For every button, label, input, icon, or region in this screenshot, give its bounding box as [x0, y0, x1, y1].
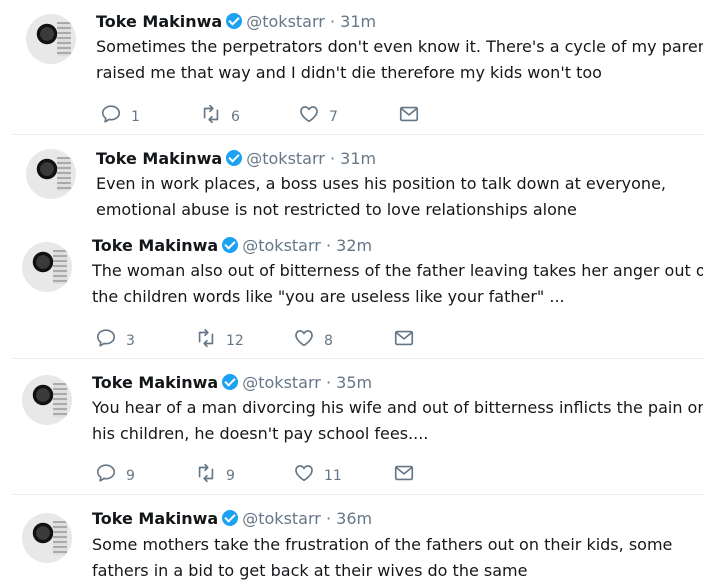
tweet-actions: 1 6 7	[100, 102, 430, 126]
separator: ·	[325, 373, 332, 392]
tweet-actions: 3 12 8	[95, 326, 425, 350]
reply-count: 9	[126, 468, 135, 484]
tweet-text-line: emotional abuse is not restricted to lov…	[96, 200, 577, 219]
author-name[interactable]: Toke Makinwa	[92, 236, 218, 255]
separator: ·	[329, 12, 336, 31]
retweet-count: 12	[226, 333, 244, 349]
timestamp[interactable]: 36m	[336, 509, 372, 528]
reply-button[interactable]: 9	[95, 461, 135, 485]
tweet-text-line: You hear of a man divorcing his wife and…	[92, 398, 703, 417]
timestamp[interactable]: 31m	[340, 12, 376, 31]
avatar[interactable]	[22, 242, 72, 292]
tweet-text-line: Sometimes the perpetrators don't even kn…	[96, 37, 703, 56]
like-count: 7	[329, 109, 338, 125]
like-count: 8	[324, 333, 333, 349]
reply-icon	[101, 105, 121, 123]
tweet-header: Toke Makinwa @tokstarr · 31m	[96, 149, 376, 169]
envelope-icon	[394, 465, 414, 481]
like-count: 11	[324, 468, 342, 484]
retweet-count: 9	[226, 468, 235, 484]
avatar[interactable]	[22, 513, 72, 563]
timestamp[interactable]: 31m	[340, 149, 376, 168]
separator: ·	[325, 236, 332, 255]
tweet-text-line: Even in work places, a boss uses his pos…	[96, 174, 666, 193]
tweet-text: Some mothers take the frustration of the…	[92, 532, 672, 584]
like-button[interactable]: 11	[293, 461, 342, 485]
tweet-text-line: his children, he doesn't pay school fees…	[92, 424, 429, 443]
tweet-text-line: raised me that way and I didn't die ther…	[96, 63, 602, 82]
tweet-text-line: Some mothers take the frustration of the…	[92, 535, 673, 554]
tweet-header: Toke Makinwa @tokstarr · 36m	[92, 509, 372, 529]
reply-icon	[96, 329, 116, 347]
timestamp[interactable]: 35m	[336, 373, 372, 392]
retweet-button[interactable]: 12	[195, 326, 244, 350]
separator: ·	[325, 509, 332, 528]
verified-badge-icon	[226, 150, 243, 166]
tweet-text-line: fathers in a bid to get back at their wi…	[92, 561, 528, 580]
heart-icon	[300, 106, 318, 123]
timestamp[interactable]: 32m	[336, 236, 372, 255]
reply-button[interactable]: 3	[95, 326, 135, 350]
author-handle[interactable]: @tokstarr	[242, 373, 321, 392]
tweet-header: Toke Makinwa @tokstarr · 31m	[96, 12, 376, 32]
author-name[interactable]: Toke Makinwa	[96, 149, 222, 168]
retweet-icon	[203, 104, 219, 124]
tweet-text: The woman also out of bitterness of the …	[92, 258, 703, 310]
envelope-icon	[399, 106, 419, 122]
retweet-button[interactable]: 6	[200, 102, 240, 126]
tweet[interactable]: Toke Makinwa @tokstarr · 31m Sometimes th…	[0, 0, 703, 134]
tweet[interactable]: Toke Makinwa @tokstarr · 35m You hear of …	[0, 359, 703, 492]
tweet[interactable]: Toke Makinwa @tokstarr · 31m Even in work…	[0, 135, 703, 228]
reply-count: 3	[126, 333, 135, 349]
retweet-icon	[198, 328, 214, 348]
verified-badge-icon	[222, 510, 239, 526]
verified-badge-icon	[222, 237, 239, 253]
author-handle[interactable]: @tokstarr	[246, 12, 325, 31]
tweet-text-line: The woman also out of bitterness of the …	[92, 261, 703, 280]
avatar[interactable]	[26, 14, 76, 64]
reply-icon	[96, 464, 116, 482]
like-button[interactable]: 8	[293, 326, 333, 350]
tweet-actions: 9 9 11	[95, 461, 425, 485]
author-handle[interactable]: @tokstarr	[246, 149, 325, 168]
tweet-text: Even in work places, a boss uses his pos…	[96, 171, 666, 223]
tweet-text: Sometimes the perpetrators don't even kn…	[96, 34, 703, 86]
verified-badge-icon	[222, 374, 239, 390]
tweet[interactable]: Toke Makinwa @tokstarr · 36m Some mothers…	[0, 495, 703, 588]
tweet-text: You hear of a man divorcing his wife and…	[92, 395, 703, 447]
message-button[interactable]	[398, 102, 420, 126]
author-name[interactable]: Toke Makinwa	[92, 373, 218, 392]
tweet-header: Toke Makinwa @tokstarr · 35m	[92, 373, 372, 393]
tweet-text-line: the children words like "you are useless…	[92, 287, 565, 306]
retweet-icon	[198, 463, 214, 483]
tweet-header: Toke Makinwa @tokstarr · 32m	[92, 236, 372, 256]
reply-count: 1	[131, 109, 140, 125]
separator: ·	[329, 149, 336, 168]
message-button[interactable]	[393, 326, 415, 350]
avatar[interactable]	[22, 375, 72, 425]
reply-button[interactable]: 1	[100, 102, 140, 126]
author-name[interactable]: Toke Makinwa	[96, 12, 222, 31]
tweet[interactable]: Toke Makinwa @tokstarr · 32m The woman al…	[0, 228, 703, 358]
retweet-count: 6	[231, 109, 240, 125]
heart-icon	[295, 330, 313, 347]
author-handle[interactable]: @tokstarr	[242, 236, 321, 255]
envelope-icon	[394, 330, 414, 346]
retweet-button[interactable]: 9	[195, 461, 235, 485]
author-name[interactable]: Toke Makinwa	[92, 509, 218, 528]
like-button[interactable]: 7	[298, 102, 338, 126]
avatar[interactable]	[26, 149, 76, 199]
message-button[interactable]	[393, 461, 415, 485]
heart-icon	[295, 465, 313, 482]
verified-badge-icon	[226, 13, 243, 29]
author-handle[interactable]: @tokstarr	[242, 509, 321, 528]
